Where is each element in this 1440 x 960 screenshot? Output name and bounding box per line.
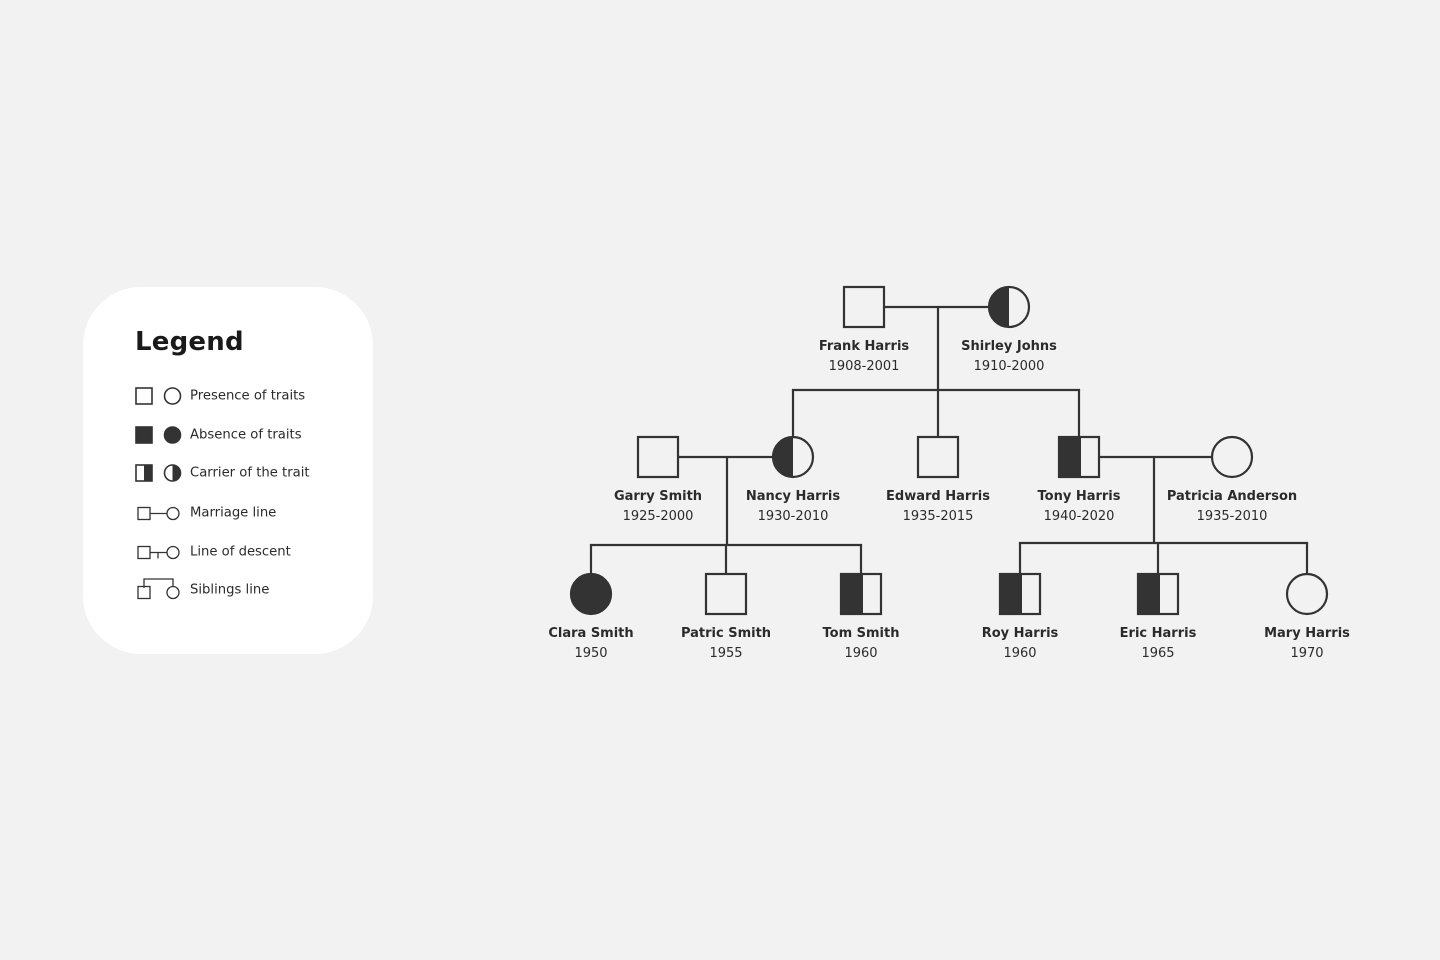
male-square-presence-icon xyxy=(636,435,680,479)
person-name: Shirley Johns xyxy=(961,339,1057,354)
male-square-presence-icon xyxy=(704,572,748,616)
person-edward: Edward Harris 1935-2015 xyxy=(886,435,990,524)
person-clara: Clara Smith 1950 xyxy=(548,572,634,661)
person-tony: Tony Harris 1940-2020 xyxy=(1038,435,1121,524)
person-name: Nancy Harris xyxy=(746,489,841,504)
person-patricia: Patricia Anderson 1935-2010 xyxy=(1167,435,1297,524)
person-years: 1970 xyxy=(1290,646,1323,661)
person-name: Eric Harris xyxy=(1120,626,1197,641)
person-tom: Tom Smith 1960 xyxy=(823,572,900,661)
person-name: Mary Harris xyxy=(1264,626,1350,641)
person-years: 1930-2010 xyxy=(758,509,829,524)
person-years: 1925-2000 xyxy=(623,509,694,524)
person-nodes: Frank Harris 1908-2001 Shirley Johns 1910-2… xyxy=(548,285,1350,661)
person-eric: Eric Harris 1965 xyxy=(1120,572,1197,661)
male-square-carrier-icon xyxy=(839,572,883,616)
person-name: Patric Smith xyxy=(681,626,771,641)
person-years: 1960 xyxy=(1003,646,1036,661)
person-years: 1960 xyxy=(844,646,877,661)
person-years: 1935-2010 xyxy=(1197,509,1268,524)
person-years: 1955 xyxy=(709,646,742,661)
person-name: Clara Smith xyxy=(548,626,633,641)
male-square-presence-icon xyxy=(916,435,960,479)
person-name: Tom Smith xyxy=(823,626,900,641)
person-name: Tony Harris xyxy=(1038,489,1121,504)
person-roy: Roy Harris 1960 xyxy=(982,572,1059,661)
female-circle-carrier-icon xyxy=(771,435,815,479)
pedigree-chart: Frank Harris 1908-2001 Shirley Johns 1910-2… xyxy=(548,285,1350,661)
female-circle-presence-icon xyxy=(1285,572,1329,616)
person-name: Patricia Anderson xyxy=(1167,489,1297,504)
person-years: 1950 xyxy=(574,646,607,661)
person-years: 1965 xyxy=(1141,646,1174,661)
person-years: 1910-2000 xyxy=(974,359,1045,374)
male-square-carrier-icon xyxy=(998,572,1042,616)
person-mary: Mary Harris 1970 xyxy=(1264,572,1350,661)
person-name: Garry Smith xyxy=(614,489,702,504)
person-patric: Patric Smith 1955 xyxy=(681,572,771,661)
person-nancy: Nancy Harris 1930-2010 xyxy=(746,435,841,524)
person-years: 1935-2015 xyxy=(903,509,974,524)
person-years: 1908-2001 xyxy=(829,359,900,374)
female-circle-presence-icon xyxy=(1210,435,1254,479)
person-name: Edward Harris xyxy=(886,489,990,504)
male-square-carrier-icon xyxy=(1136,572,1180,616)
person-years: 1940-2020 xyxy=(1044,509,1115,524)
person-name: Roy Harris xyxy=(982,626,1059,641)
person-name: Frank Harris xyxy=(819,339,910,354)
male-square-carrier-icon xyxy=(1057,435,1101,479)
female-circle-absence-icon xyxy=(569,572,613,616)
female-circle-carrier-icon xyxy=(987,285,1031,329)
person-garry: Garry Smith 1925-2000 xyxy=(614,435,702,524)
person-shirley: Shirley Johns 1910-2000 xyxy=(961,285,1057,374)
male-square-presence-icon xyxy=(842,285,886,329)
person-frank: Frank Harris 1908-2001 xyxy=(819,285,910,374)
